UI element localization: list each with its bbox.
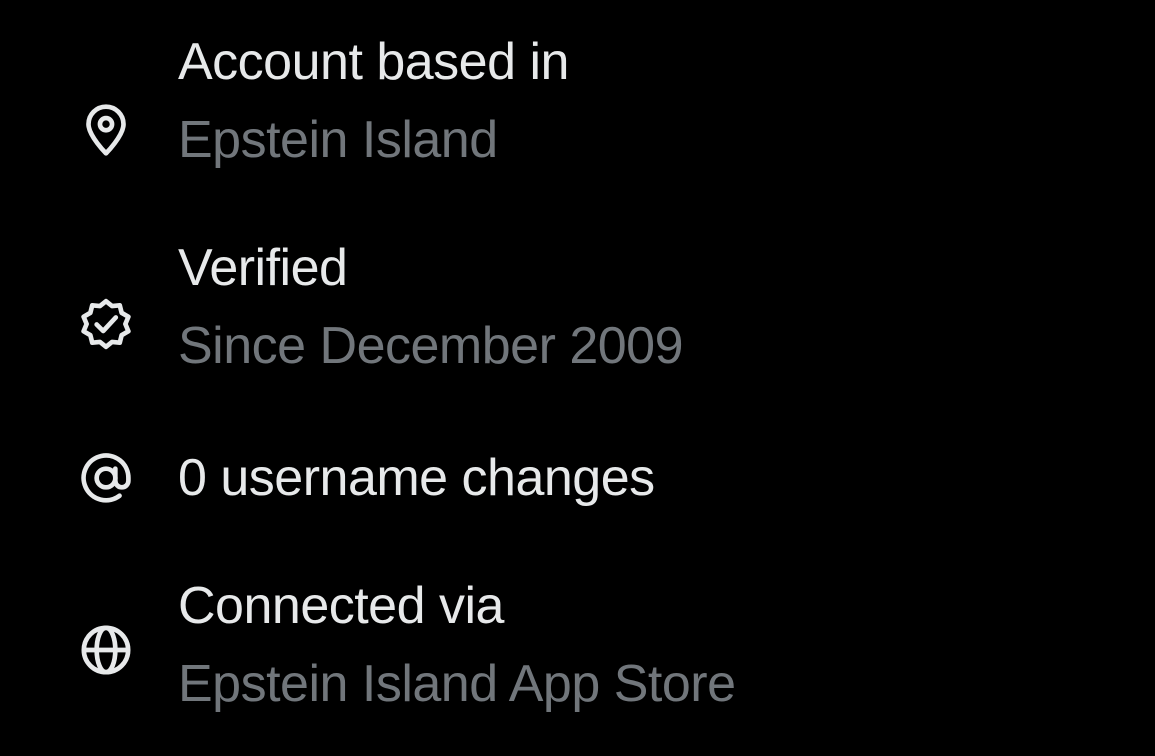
account-location-text: Account based in Epstein Island	[178, 32, 569, 170]
location-pin-icon	[76, 100, 136, 160]
account-location-value: Epstein Island	[178, 111, 498, 169]
verified-badge-icon	[76, 294, 136, 354]
connected-via-text: Connected via Epstein Island App Store	[178, 576, 736, 714]
verified-text: Verified Since December 2009	[178, 238, 684, 376]
account-info-list: Account based in Epstein Island Verified…	[0, 0, 1155, 756]
verified-label: Verified	[178, 239, 348, 297]
verified-since-value: Since December 2009	[178, 317, 684, 375]
connected-via-value: Epstein Island App Store	[178, 655, 736, 713]
username-changes-text: 0 username changes	[178, 448, 655, 508]
account-location-label: Account based in	[178, 33, 569, 91]
username-changes-label: 0 username changes	[178, 449, 655, 507]
connected-via-label: Connected via	[178, 577, 504, 635]
globe-icon	[76, 620, 136, 680]
at-sign-icon	[76, 448, 136, 508]
